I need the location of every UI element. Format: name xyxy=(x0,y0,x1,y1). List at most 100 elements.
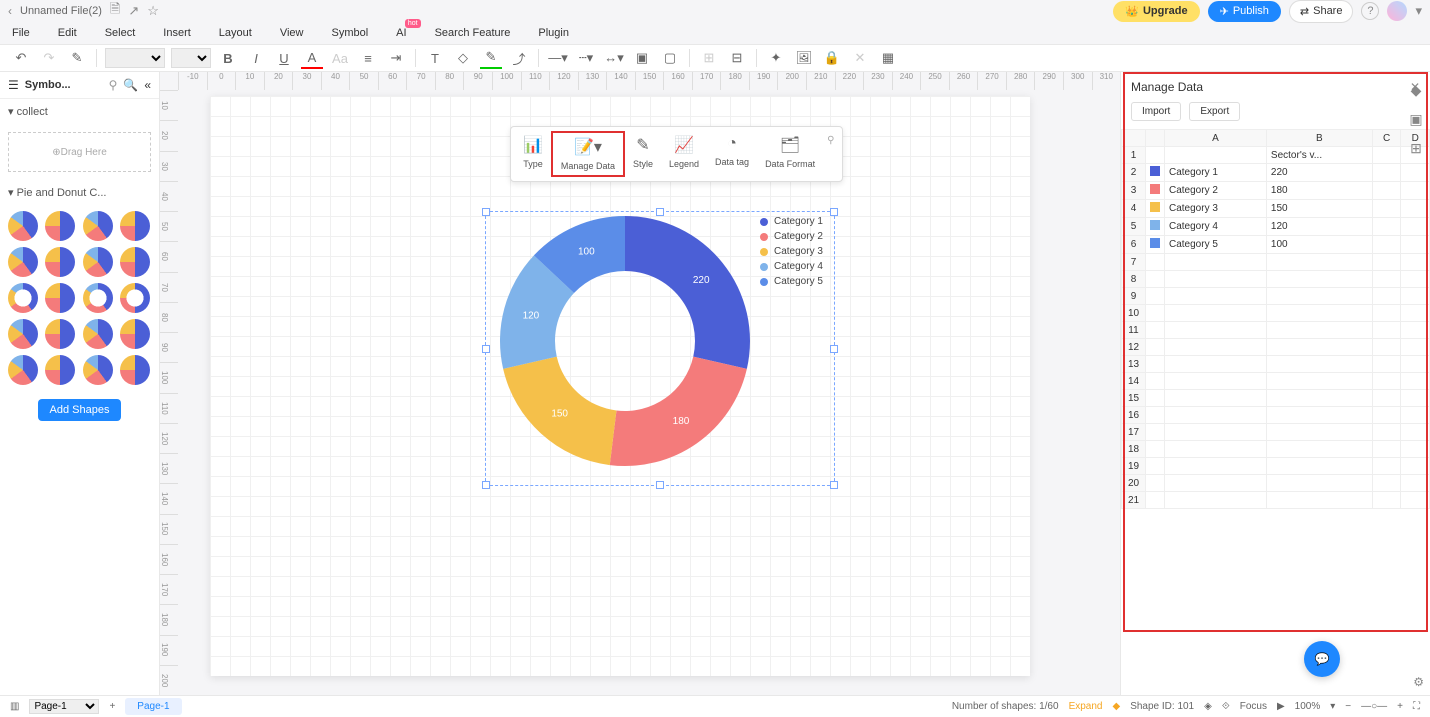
expand-link[interactable]: Expand xyxy=(1069,701,1103,712)
play-icon[interactable]: ▶ xyxy=(1277,701,1285,712)
line-style-icon[interactable]: —▾ xyxy=(547,47,569,69)
menu-search[interactable]: Search Feature xyxy=(435,27,511,39)
menu-select[interactable]: Select xyxy=(105,27,136,39)
collect-section[interactable]: ▾ collect xyxy=(0,99,159,124)
chart-thumb[interactable] xyxy=(83,283,113,313)
tools-icon[interactable]: ✕ xyxy=(849,47,871,69)
chart-thumb[interactable] xyxy=(83,319,113,349)
chart-thumb[interactable] xyxy=(8,211,38,241)
font-select[interactable] xyxy=(105,48,165,68)
resize-handle[interactable] xyxy=(830,208,838,216)
ungroup-icon[interactable]: ⊟ xyxy=(726,47,748,69)
group-icon[interactable]: ⊞ xyxy=(698,47,720,69)
ct-manage-data[interactable]: 📝▾Manage Data xyxy=(551,131,625,177)
pie-section[interactable]: ▾ Pie and Donut C... xyxy=(0,180,159,205)
share-button[interactable]: ⇄ Share xyxy=(1289,0,1354,23)
chart-thumb[interactable] xyxy=(120,283,150,313)
chart-thumb[interactable] xyxy=(45,211,75,241)
pin-toolbar-icon[interactable]: ⚲ xyxy=(823,131,838,177)
resize-handle[interactable] xyxy=(482,481,490,489)
chart-thumb[interactable] xyxy=(83,211,113,241)
fullscreen-icon[interactable]: ⛶ xyxy=(1413,701,1420,712)
menu-edit[interactable]: Edit xyxy=(58,27,77,39)
canvas-area[interactable]: -100102030405060708090100110120130140150… xyxy=(160,72,1120,695)
ct-style[interactable]: ✎Style xyxy=(625,131,661,177)
star-icon[interactable]: ☆ xyxy=(147,3,159,19)
image-icon[interactable]: 🖼 xyxy=(793,47,815,69)
chart-thumb[interactable] xyxy=(120,319,150,349)
help-icon[interactable]: ? xyxy=(1361,2,1379,20)
add-page-icon[interactable]: + xyxy=(109,701,115,712)
donut-chart[interactable]: 220180150120100 xyxy=(495,211,755,474)
indent-icon[interactable]: ⇥ xyxy=(385,47,407,69)
layers-status-icon[interactable]: ◈ xyxy=(1204,701,1212,712)
upgrade-small-icon[interactable]: ◆ xyxy=(1112,701,1120,712)
menu-insert[interactable]: Insert xyxy=(163,27,191,39)
table-icon[interactable]: ▦ xyxy=(877,47,899,69)
focus-icon[interactable]: ⟐ xyxy=(1222,701,1230,712)
menu-icon[interactable]: ☰ xyxy=(8,78,19,92)
font-color-icon[interactable]: A xyxy=(301,47,323,69)
add-shapes-button[interactable]: Add Shapes xyxy=(38,399,122,421)
lock-icon[interactable]: 🔒 xyxy=(821,47,843,69)
chart-thumb[interactable] xyxy=(120,247,150,277)
zoom-slider[interactable]: —○— xyxy=(1361,701,1387,712)
size-select[interactable] xyxy=(171,48,211,68)
ct-type[interactable]: 📊Type xyxy=(515,131,551,177)
undo-icon[interactable]: ↶ xyxy=(10,47,32,69)
arrow-icon[interactable]: ↔▾ xyxy=(603,47,625,69)
resize-handle[interactable] xyxy=(656,481,664,489)
back-icon[interactable]: ▢ xyxy=(659,47,681,69)
pages-icon[interactable]: ▥ xyxy=(10,701,19,712)
publish-button[interactable]: ✈ Publish xyxy=(1208,1,1281,22)
chart-thumb[interactable] xyxy=(83,355,113,385)
theme-icon[interactable]: ◆ xyxy=(1411,82,1422,99)
effect-icon[interactable]: ✦ xyxy=(765,47,787,69)
resize-handle[interactable] xyxy=(830,345,838,353)
resize-handle[interactable] xyxy=(482,345,490,353)
chart-thumb[interactable] xyxy=(8,247,38,277)
drop-zone[interactable]: ⊕ Drag Here xyxy=(8,132,151,172)
text-icon[interactable]: T xyxy=(424,47,446,69)
menu-file[interactable]: File xyxy=(12,27,30,39)
menu-layout[interactable]: Layout xyxy=(219,27,252,39)
chart-thumb[interactable] xyxy=(120,355,150,385)
menu-ai[interactable]: AIhot xyxy=(396,27,406,39)
pin-icon[interactable]: ⚲ xyxy=(109,78,118,92)
back-icon[interactable]: ‹ xyxy=(8,4,12,18)
align-icon[interactable]: ≡ xyxy=(357,47,379,69)
ct-data-tag[interactable]: ◔Data tag xyxy=(707,131,757,177)
bold-icon[interactable]: B xyxy=(217,47,239,69)
apps-icon[interactable]: ⊞ xyxy=(1410,140,1422,157)
chart-thumb[interactable] xyxy=(45,319,75,349)
shape-icon[interactable]: ◇ xyxy=(452,47,474,69)
collapse-icon[interactable]: « xyxy=(144,78,151,92)
upgrade-button[interactable]: 👑 Upgrade xyxy=(1113,1,1199,22)
file-name[interactable]: Unnamed File(2) xyxy=(20,5,102,17)
search-icon[interactable]: 🔍 xyxy=(123,78,138,92)
chart-thumb[interactable] xyxy=(83,247,113,277)
format-painter-icon[interactable]: ✎ xyxy=(66,47,88,69)
highlight-icon[interactable]: ✎ xyxy=(480,47,502,69)
avatar-menu-icon[interactable]: ▾ xyxy=(1415,3,1422,19)
zoom-in-icon[interactable]: + xyxy=(1397,701,1403,712)
layers-icon[interactable]: ▣ xyxy=(1409,111,1422,128)
resize-handle[interactable] xyxy=(830,481,838,489)
front-icon[interactable]: ▣ xyxy=(631,47,653,69)
page-tab[interactable]: Page-1 xyxy=(125,698,181,715)
chart-thumb[interactable] xyxy=(8,283,38,313)
resize-handle[interactable] xyxy=(482,208,490,216)
zoom-out-icon[interactable]: − xyxy=(1345,701,1351,712)
ct-legend[interactable]: 📈Legend xyxy=(661,131,707,177)
line-dash-icon[interactable]: ┄▾ xyxy=(575,47,597,69)
chart-thumb[interactable] xyxy=(45,247,75,277)
page-select[interactable]: Page-1 xyxy=(29,699,99,714)
italic-icon[interactable]: I xyxy=(245,47,267,69)
menu-view[interactable]: View xyxy=(280,27,304,39)
avatar[interactable] xyxy=(1387,1,1407,21)
menu-symbol[interactable]: Symbol xyxy=(331,27,368,39)
case-icon[interactable]: Aa xyxy=(329,47,351,69)
chart-thumb[interactable] xyxy=(8,355,38,385)
ct-data-format[interactable]: 🗂Data Format xyxy=(757,131,823,177)
chart-thumb[interactable] xyxy=(45,283,75,313)
